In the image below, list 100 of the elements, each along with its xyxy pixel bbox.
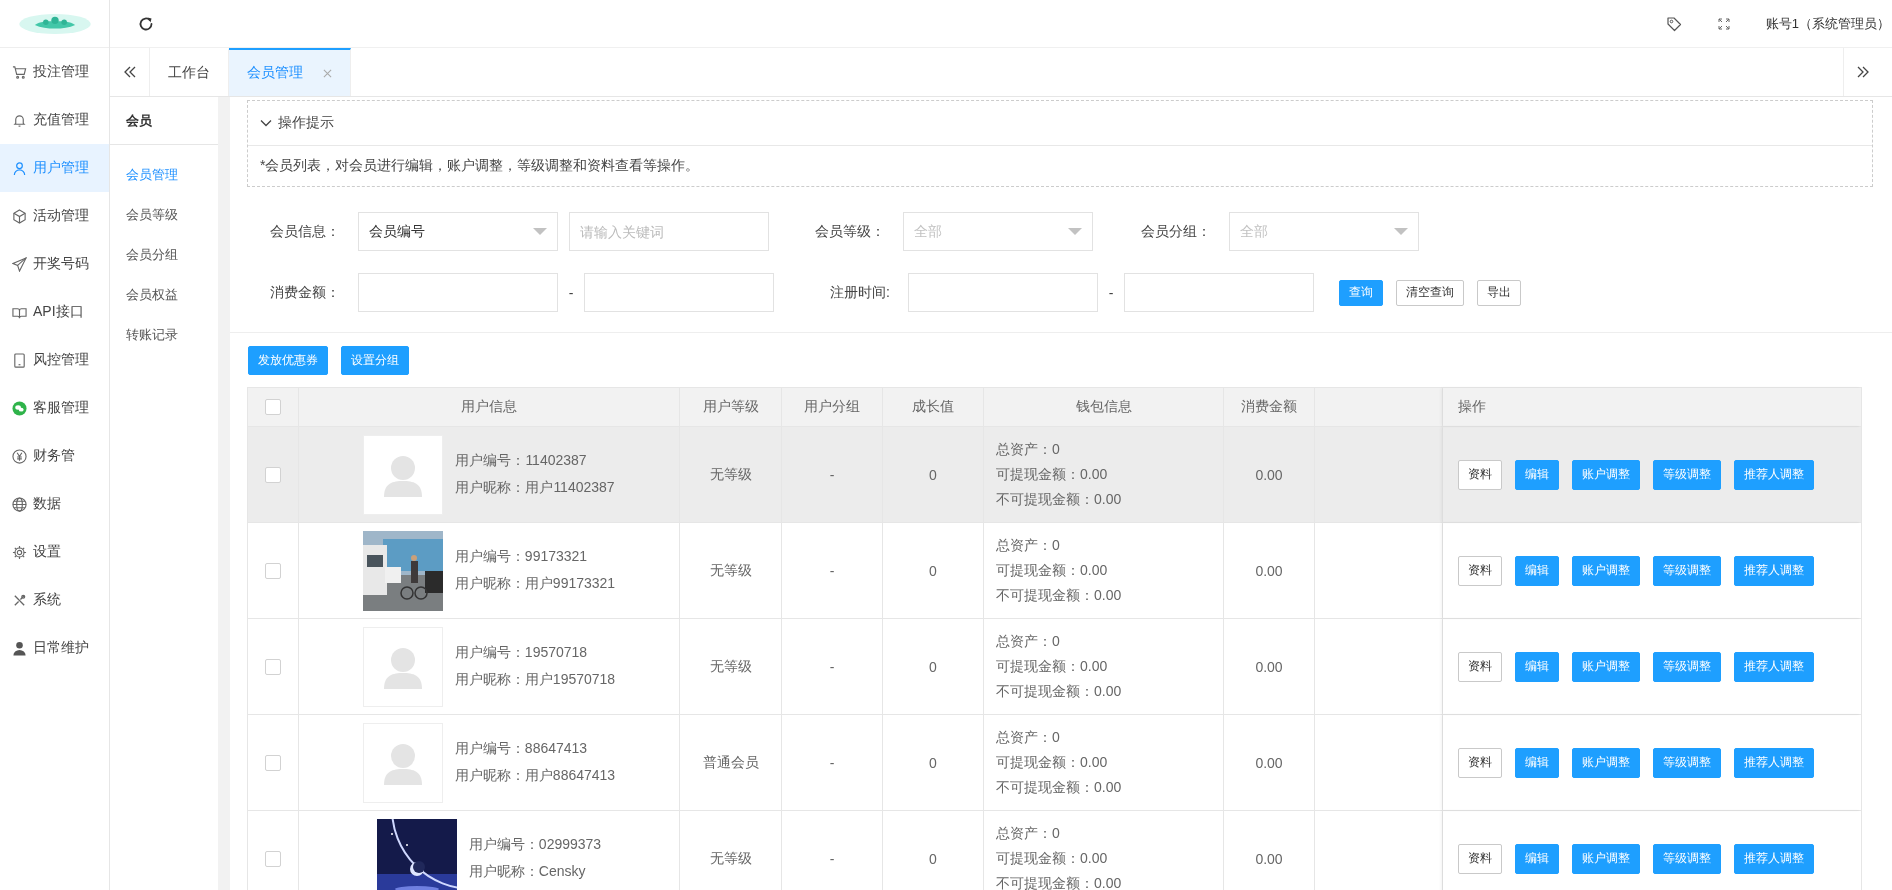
wallet-line: 总资产：0	[996, 728, 1060, 747]
sidebar-item[interactable]: 充值管理	[0, 96, 109, 144]
person-icon	[12, 640, 27, 656]
sidebar-item[interactable]: 系统	[0, 576, 109, 624]
range-separator: -	[1107, 284, 1115, 301]
sidebar-item[interactable]: 设置	[0, 528, 109, 576]
table-cell: 0.00	[1255, 466, 1283, 483]
filter-button[interactable]: 导出	[1477, 279, 1521, 306]
account-name[interactable]: 账号1（系统管理员）	[1765, 14, 1890, 33]
chevron-icon[interactable]	[260, 117, 272, 129]
submenu-item[interactable]: 会员分组	[110, 235, 218, 275]
wallet-line: 可提现金额：0.00	[996, 561, 1108, 580]
checkbox[interactable]	[265, 466, 281, 483]
action-button[interactable]: 资料	[1458, 843, 1502, 874]
action-button[interactable]: 资料	[1458, 555, 1502, 586]
user-nickname: 用户昵称：用户11402387	[455, 479, 615, 497]
table-row[interactable]: 用户编号：19570718 用户昵称：用户19570718 无等级 - 0 总资产：0 可提现金额：0.00 不可提现金额：0.00 0.00 资料 编辑 账户调整 等级调整 推荐人调整	[248, 619, 1861, 715]
filter-button[interactable]: 清空查询	[1396, 279, 1464, 306]
table-row[interactable]: 用户编号：11402387 用户昵称：用户11402387 无等级 - 0 总资产：0 可提现金额：0.00 不可提现金额：0.00 0.00 资料 编辑 账户调整 等级调整 推荐人调整	[248, 427, 1861, 523]
table-cell: -	[829, 466, 835, 483]
user-number: 用户编号：99173321	[454, 548, 589, 566]
sidebar-item[interactable]: 数据	[0, 480, 109, 528]
max-amount-input[interactable]	[584, 273, 774, 312]
wallet-line: 总资产：0	[996, 824, 1060, 843]
sidebar-item[interactable]: API接口	[0, 288, 109, 336]
double-chevron-left-icon	[122, 65, 137, 79]
action-button[interactable]: 资料	[1458, 651, 1502, 682]
sidebar-item[interactable]: 风控管理	[0, 336, 109, 384]
tools-icon	[12, 592, 27, 608]
caret-icon	[1068, 228, 1082, 235]
table-cell: -	[829, 658, 835, 675]
column-header: 用户分组	[804, 398, 860, 416]
checkbox[interactable]	[265, 850, 281, 867]
submenu-item[interactable]: 转账记录	[110, 315, 218, 355]
sidebar-item[interactable]: 客服管理	[0, 384, 109, 432]
user-nickname: 用户昵称：用户88647413	[454, 767, 616, 785]
fullscreen-icon[interactable]	[1717, 17, 1730, 30]
sidebar-item[interactable]: 活动管理	[0, 192, 109, 240]
user-number: 用户编号：11402387	[455, 452, 588, 470]
field-label: 会员分组：	[1140, 222, 1212, 241]
submenu-title: 会员	[110, 97, 218, 145]
sidebar-item[interactable]: 开奖号码	[0, 240, 109, 288]
avatar-icon	[362, 722, 443, 803]
table-cell: -	[829, 562, 835, 579]
table-row[interactable]: 用户编号：99173321 用户昵称：用户99173321 无等级 - 0 总资产：0 可提现金额：0.00 不可提现金额：0.00 0.00 资料 编辑 账户调整 等级调整 推荐人调整	[248, 523, 1861, 619]
field-label: 消费金额：	[269, 283, 341, 302]
checkbox[interactable]	[265, 399, 281, 415]
user-number: 用户编号：88647413	[454, 740, 589, 758]
start-date-input[interactable]	[908, 273, 1098, 312]
tag-icon[interactable]	[1665, 15, 1682, 32]
column-header: 消费金额	[1241, 398, 1297, 416]
sidebar-item[interactable]: 投注管理	[0, 48, 109, 96]
submenu-item[interactable]: 会员权益	[110, 275, 218, 315]
avatar-icon	[362, 626, 443, 707]
tablet-icon	[12, 352, 27, 368]
min-amount-input[interactable]	[358, 273, 558, 312]
avatar-icon	[363, 434, 444, 515]
paper-plane-icon	[12, 256, 27, 272]
column-header: 操作	[1458, 398, 1486, 416]
wallet-line: 不可提现金额：0.00	[996, 586, 1122, 605]
refresh-icon[interactable]	[138, 15, 154, 32]
sidebar-item[interactable]: 日常维护	[0, 624, 109, 672]
user-icon	[12, 160, 27, 176]
keyword-input[interactable]: 请输入关键词	[569, 212, 769, 251]
checkbox[interactable]	[265, 658, 281, 675]
table-cell: 0.00	[1255, 754, 1283, 771]
column-header: 成长值	[912, 398, 954, 416]
checkbox[interactable]	[265, 754, 281, 771]
field-label: 会员等级：	[814, 222, 886, 241]
range-separator: -	[567, 284, 575, 301]
table-row[interactable]: 用户编号：88647413 用户昵称：用户88647413 普通会员 - 0 总资产：0 可提现金额：0.00 不可提现金额：0.00 0.00 资料 编辑 账户调整 等级调整 推荐人调整	[248, 715, 1861, 811]
action-button[interactable]: 资料	[1458, 459, 1502, 490]
tips-title[interactable]: 操作提示	[278, 114, 334, 132]
wallet-line: 不可提现金额：0.00	[996, 682, 1122, 701]
close-icon[interactable]	[323, 68, 332, 78]
caret-icon	[1394, 228, 1408, 235]
field-label: 注册时间:	[829, 283, 891, 302]
yen-icon	[12, 448, 27, 464]
action-button[interactable]: 资料	[1458, 747, 1502, 778]
caret-icon	[533, 228, 547, 235]
chat-icon	[12, 400, 27, 416]
member-info-select[interactable]: 会员编号	[358, 212, 558, 251]
column-header: 用户等级	[702, 398, 759, 416]
submenu-item[interactable]: 会员等级	[110, 195, 218, 235]
wallet-line: 不可提现金额：0.00	[996, 490, 1122, 509]
field-label: 会员信息：	[269, 222, 341, 241]
wallet-line: 不可提现金额：0.00	[996, 874, 1122, 890]
checkbox[interactable]	[265, 562, 281, 579]
sidebar-item[interactable]: 财务管	[0, 432, 109, 480]
table-cell: 0	[929, 754, 937, 771]
table-cell: -	[829, 754, 835, 771]
column-header: 钱包信息	[1075, 398, 1132, 416]
end-date-input[interactable]	[1124, 273, 1314, 312]
wallet-line: 可提现金额：0.00	[996, 465, 1108, 484]
table-cell: 0	[929, 658, 937, 675]
table-cell: 0.00	[1255, 562, 1283, 579]
wallet-line: 总资产：0	[996, 440, 1060, 459]
globe-icon	[12, 496, 27, 512]
gear-icon	[12, 544, 27, 560]
table-cell: 0.00	[1255, 850, 1283, 867]
